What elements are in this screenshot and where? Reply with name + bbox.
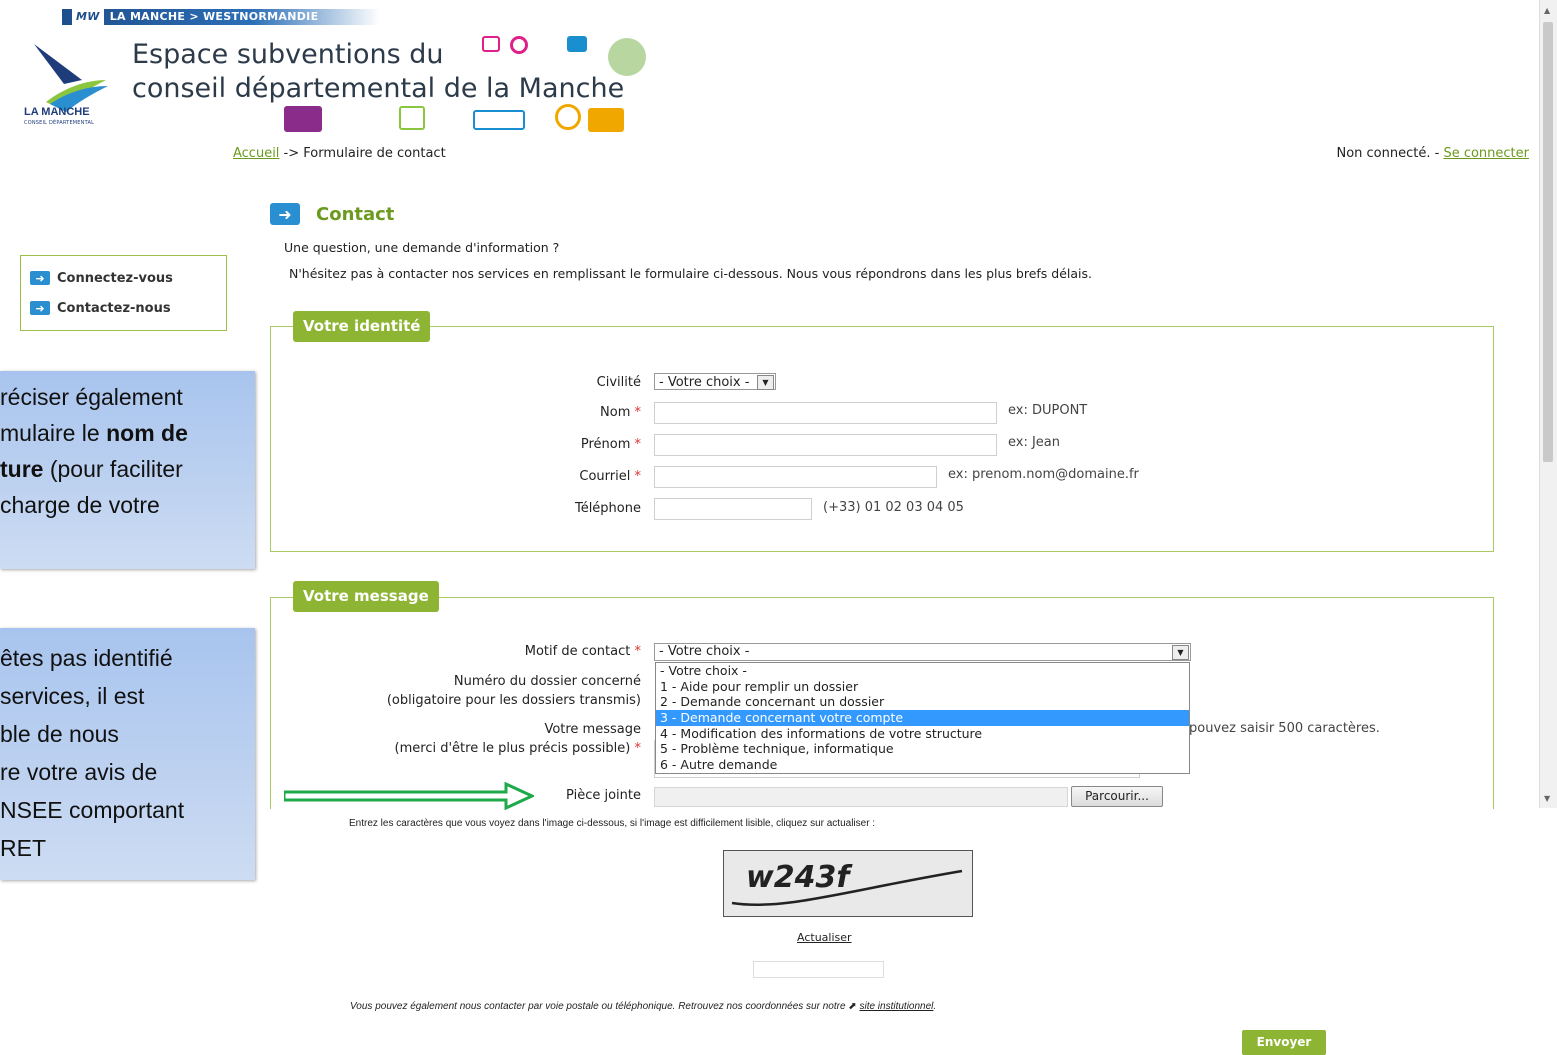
- bus-icon: [473, 110, 525, 134]
- connection-status: Non connecté. - Se connecter: [1336, 146, 1529, 161]
- motif-label: Motif de contact *: [524, 644, 641, 659]
- tooltip1-line3: ture (pour faciliter: [0, 456, 183, 482]
- tooltip2-line3: ble de nous: [0, 721, 119, 747]
- contact-heading: ➜ Contact: [270, 203, 394, 225]
- nom-label: Nom *: [600, 405, 641, 420]
- courriel-label: Courriel *: [579, 469, 641, 484]
- motif-option[interactable]: 3 - Demande concernant votre compte: [656, 710, 1189, 726]
- left-nav: ➜ Connectez-vous ➜ Contactez-nous: [20, 255, 227, 331]
- login-link[interactable]: Se connecter: [1443, 146, 1529, 161]
- tooltip1-line2: mulaire le nom de: [0, 420, 188, 446]
- mw-logo: MW: [72, 9, 104, 25]
- dossier-label: Numéro du dossier concerné: [453, 674, 641, 689]
- message-legend: Votre message: [293, 581, 439, 612]
- scroll-up-icon[interactable]: ▲: [1544, 6, 1550, 15]
- send-button[interactable]: Envoyer: [1242, 1030, 1326, 1055]
- nav-connectez-vous[interactable]: ➜ Connectez-vous: [30, 266, 226, 290]
- identity-legend: Votre identité: [293, 311, 431, 342]
- page-title: Contact: [316, 203, 395, 225]
- intro-text: N'hésitez pas à contacter nos services e…: [289, 266, 1093, 281]
- motif-option[interactable]: 1 - Aide pour remplir un dossier: [656, 679, 1189, 695]
- top-banner-text: LA MANCHE > WESTNORMANDIE: [109, 10, 319, 23]
- lifebuoy-icon: [510, 36, 528, 58]
- dossier-sublabel: (obligatoire pour les dossiers transmis): [386, 693, 641, 708]
- courriel-input[interactable]: [654, 466, 937, 488]
- annotation-tooltip-2: êtes pas identifié services, il est ble …: [0, 628, 255, 880]
- motif-option[interactable]: 6 - Autre demande: [656, 757, 1189, 773]
- top-banner: MW LA MANCHE > WESTNORMANDIE: [62, 9, 380, 25]
- annotation-arrow-icon: [284, 782, 534, 810]
- motif-option[interactable]: 2 - Demande concernant un dossier: [656, 694, 1189, 710]
- breadcrumb-current: Formulaire de contact: [303, 146, 446, 161]
- scroll-down-icon[interactable]: ▼: [1544, 794, 1550, 803]
- piece-jointe-label: Pièce jointe: [566, 788, 641, 803]
- logo-text: LA MANCHE: [24, 106, 90, 118]
- tooltip1-line4: charge de votre: [0, 492, 160, 518]
- nav-contactez-nous[interactable]: ➜ Contactez-nous: [30, 296, 226, 320]
- breadcrumb-separator: ->: [279, 146, 304, 161]
- civilite-label: Civilité: [596, 375, 641, 390]
- nom-hint: ex: DUPONT: [1008, 403, 1088, 418]
- arrow-right-icon: ➜: [270, 203, 300, 225]
- motif-dropdown-list[interactable]: - Votre choix -1 - Aide pour remplir un …: [655, 662, 1190, 774]
- chevron-down-icon: ▼: [757, 375, 774, 390]
- teacher-icon: [284, 106, 322, 136]
- message-sublabel: (merci d'être le plus précis possible) *: [394, 741, 641, 756]
- external-link-icon: ⬈: [848, 1001, 857, 1012]
- tooltip2-line4: re votre avis de: [0, 759, 158, 785]
- recycle-house-icon: [399, 106, 425, 134]
- prenom-hint: ex: Jean: [1008, 435, 1061, 450]
- nav-item-label: Contactez-nous: [57, 300, 171, 316]
- char-count-hint: pouvez saisir 500 caractères.: [1189, 721, 1380, 736]
- annotation-tooltip-1: réciser également mulaire le nom de ture…: [0, 371, 255, 569]
- telephone-label: Téléphone: [574, 501, 641, 516]
- prenom-label: Prénom *: [580, 437, 641, 452]
- site-institutionnel-link[interactable]: site institutionnel: [859, 1001, 933, 1012]
- file-path-input[interactable]: [654, 787, 1068, 807]
- prenom-input[interactable]: [654, 434, 997, 456]
- scrollbar-thumb[interactable]: [1543, 22, 1553, 462]
- chevron-down-icon: ▼: [1172, 645, 1189, 660]
- tooltip2-line1: êtes pas identifié: [0, 645, 173, 671]
- globe-icon: [608, 38, 646, 80]
- civilite-select[interactable]: - Votre choix - ▼: [654, 373, 776, 390]
- tractor-icon: [588, 108, 624, 136]
- breadcrumb: Accueil -> Formulaire de contact: [233, 146, 446, 161]
- site-title: Espace subventions du conseil départemen…: [132, 39, 625, 104]
- captcha-refresh-link[interactable]: Actualiser: [797, 931, 852, 944]
- arrow-right-icon: ➜: [30, 271, 50, 285]
- message-label: Votre message: [544, 722, 641, 737]
- euro-icon: [555, 104, 581, 134]
- tooltip2-line5: NSEE comportant: [0, 797, 185, 823]
- captcha-image: w243f: [723, 850, 973, 917]
- tooltip2-line6: RET: [0, 835, 46, 861]
- breadcrumb-home-link[interactable]: Accueil: [233, 146, 279, 161]
- captcha-input[interactable]: [753, 961, 884, 978]
- footer-text: Vous pouvez également nous contacter par…: [350, 1001, 937, 1012]
- logo-subtext: CONSEIL DÉPARTEMENTAL: [24, 120, 95, 126]
- captcha-instruction: Entrez les caractères que vous voyez dan…: [349, 818, 876, 829]
- svg-text:w243f: w243f: [746, 860, 853, 895]
- arrow-right-icon: ➜: [30, 301, 50, 315]
- tooltip2-line2: services, il est: [0, 683, 145, 709]
- motif-option[interactable]: - Votre choix -: [656, 663, 1189, 679]
- telephone-input[interactable]: [654, 498, 812, 520]
- briefcase-icon: [567, 36, 587, 56]
- telephone-hint: (+33) 01 02 03 04 05: [823, 500, 964, 515]
- tooltip1-line1: réciser également: [0, 384, 183, 410]
- connection-status-text: Non connecté. -: [1336, 146, 1444, 161]
- courriel-hint: ex: prenom.nom@domaine.fr: [948, 467, 1139, 482]
- browse-button[interactable]: Parcourir...: [1071, 786, 1163, 807]
- motif-option[interactable]: 4 - Modification des informations de vot…: [656, 726, 1189, 742]
- motif-select[interactable]: - Votre choix - ▼: [654, 643, 1191, 661]
- motif-option[interactable]: 5 - Problème technique, informatique: [656, 741, 1189, 757]
- culture-icon: [482, 36, 500, 56]
- nom-input[interactable]: [654, 402, 997, 424]
- intro-question: Une question, une demande d'information …: [284, 240, 560, 255]
- nav-item-label: Connectez-vous: [57, 270, 173, 286]
- page-scrollbar[interactable]: ▲ ▼: [1539, 0, 1557, 808]
